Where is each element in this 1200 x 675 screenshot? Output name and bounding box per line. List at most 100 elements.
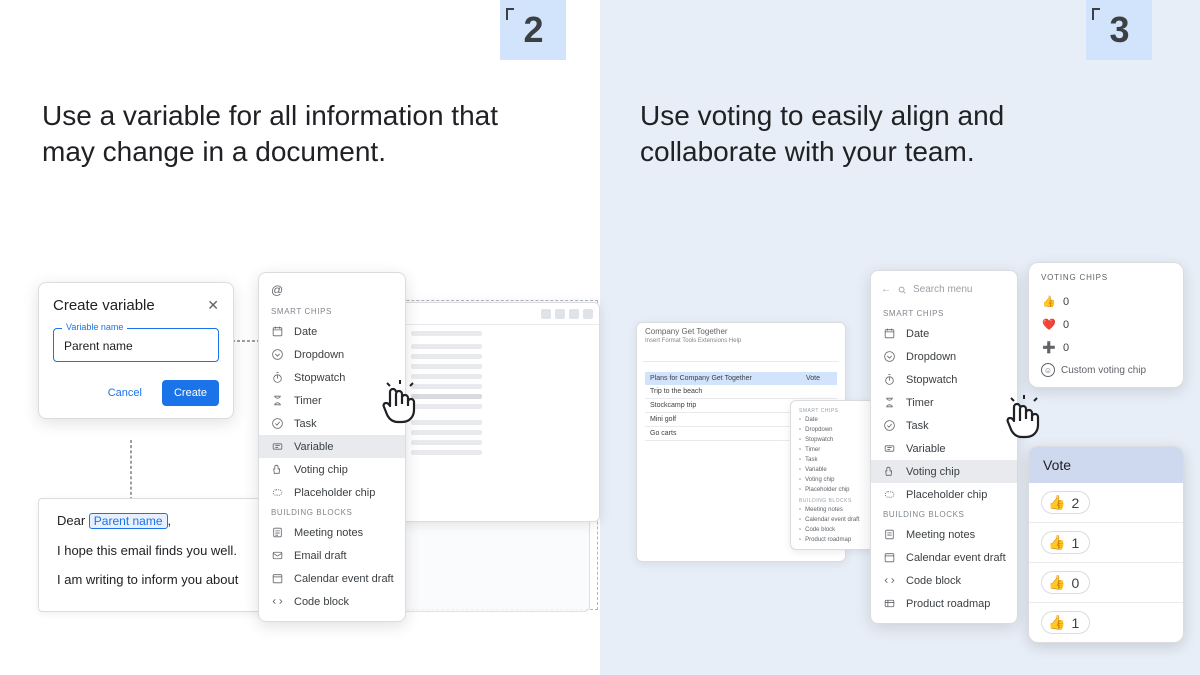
menu-label: Variable	[906, 443, 946, 455]
email-preview: Dear Parent name, I hope this email find…	[38, 498, 286, 612]
vote-chip[interactable]: 👍1	[1041, 531, 1090, 554]
close-icon[interactable]: ✕	[207, 297, 219, 314]
menu-label: Code block	[906, 575, 961, 587]
menu-label: Email draft	[294, 550, 347, 562]
menu-item-calendar-draft[interactable]: Calendar event draft	[871, 546, 1017, 569]
create-button[interactable]: Create	[162, 380, 219, 406]
menu-item-stopwatch[interactable]: Stopwatch	[871, 368, 1017, 391]
voting-chip-option[interactable]: ❤️0	[1041, 313, 1171, 336]
table-cell: Mini golf	[645, 413, 801, 426]
cancel-button[interactable]: Cancel	[96, 380, 154, 406]
timer-icon	[271, 394, 284, 407]
menu-item-variable[interactable]: Variable	[871, 437, 1017, 460]
variable-chip[interactable]: Parent name	[89, 513, 168, 529]
step-number: 2	[523, 9, 542, 51]
vote-result-row: 👍0	[1029, 563, 1183, 603]
table-cell: Stockcamp trip	[645, 399, 801, 412]
vote-chip[interactable]: 👍1	[1041, 611, 1090, 634]
menu-item-code-block[interactable]: Code block	[259, 590, 405, 613]
menu-label: Code block	[294, 596, 349, 608]
vote-result-panel: Vote 👍2 👍1 👍0 👍1	[1028, 446, 1184, 643]
variable-icon	[883, 442, 896, 455]
menu-item-stopwatch[interactable]: Stopwatch	[259, 366, 405, 389]
chip-count: 0	[1063, 319, 1069, 331]
voting-chip-option[interactable]: 👍0	[1041, 290, 1171, 313]
menu-item-dropdown[interactable]: Dropdown	[871, 345, 1017, 368]
dashed-connector	[232, 340, 260, 342]
menu-item-email-draft[interactable]: Email draft	[259, 544, 405, 567]
email-line-1: Dear Parent name,	[57, 513, 271, 529]
vote-result-row: 👍1	[1029, 603, 1183, 642]
dialog-title: Create variable	[53, 297, 155, 314]
menu-item-roadmap[interactable]: Product roadmap	[871, 592, 1017, 615]
table-cell: Trip to the beach	[645, 385, 801, 398]
roadmap-icon	[883, 597, 896, 610]
code-icon	[271, 595, 284, 608]
vote-count: 2	[1071, 495, 1079, 511]
menu-item-voting-chip[interactable]: Voting chip	[259, 458, 405, 481]
text: Dear	[57, 513, 89, 528]
menu-label: Variable	[294, 441, 334, 453]
thumbs-up-icon: 👍	[1041, 295, 1057, 308]
menu-item-date[interactable]: Date	[259, 320, 405, 343]
placeholder-icon	[883, 488, 896, 501]
flag-icon	[1092, 8, 1100, 20]
chip-count: 0	[1063, 296, 1069, 308]
menu-item-meeting-notes[interactable]: Meeting notes	[871, 523, 1017, 546]
menu-label: Voting chip	[906, 466, 960, 478]
menu-item-calendar-draft[interactable]: Calendar event draft	[259, 567, 405, 590]
dashed-connector	[130, 440, 132, 500]
thumbs-up-icon: 👍	[1048, 614, 1065, 631]
menu-item-voting-chip[interactable]: Voting chip	[871, 460, 1017, 483]
menu-item-placeholder[interactable]: Placeholder chip	[871, 483, 1017, 506]
voting-chips-title: VOTING CHIPS	[1041, 273, 1171, 282]
menu-item-timer[interactable]: Timer	[259, 389, 405, 412]
email-line-3: I am writing to inform you about	[57, 572, 271, 587]
menu-item-timer[interactable]: Timer	[871, 391, 1017, 414]
stopwatch-icon	[883, 373, 896, 386]
menu-item-task[interactable]: Task	[871, 414, 1017, 437]
vote-result-title: Vote	[1029, 447, 1183, 483]
custom-voting-chip[interactable]: ☺Custom voting chip	[1041, 363, 1171, 377]
notes-icon	[883, 528, 896, 541]
menu-item-task[interactable]: Task	[259, 412, 405, 435]
menu-item-placeholder[interactable]: Placeholder chip	[259, 481, 405, 504]
menu-item-dropdown[interactable]: Dropdown	[259, 343, 405, 366]
mini-item: ▫ Stopwatch	[791, 435, 875, 445]
voting-chip-option[interactable]: ➕0	[1041, 336, 1171, 359]
menu-label: Task	[906, 420, 929, 432]
at-trigger: @	[259, 283, 405, 303]
menu-label: Timer	[294, 395, 322, 407]
insert-menu-right[interactable]: ← Search menu SMART CHIPS Date Dropdown …	[870, 270, 1018, 624]
mini-item: ▫ Calendar event draft	[791, 515, 875, 525]
task-icon	[883, 419, 896, 432]
field-value: Parent name	[64, 339, 133, 353]
menu-label: Timer	[906, 397, 934, 409]
text: ,	[168, 513, 172, 528]
vote-chip[interactable]: 👍0	[1041, 571, 1090, 594]
insert-menu-left[interactable]: @ SMART CHIPS Date Dropdown Stopwatch Ti…	[258, 272, 406, 622]
menu-label: Task	[294, 418, 317, 430]
menu-label: Date	[906, 328, 929, 340]
email-line-2: I hope this email finds you well.	[57, 543, 271, 558]
variable-name-field[interactable]: Variable name Parent name	[53, 328, 219, 362]
menu-item-code-block[interactable]: Code block	[871, 569, 1017, 592]
calendar-draft-icon	[271, 572, 284, 585]
vote-result-row: 👍1	[1029, 523, 1183, 563]
calendar-icon	[271, 325, 284, 338]
placeholder-icon	[271, 486, 284, 499]
vote-chip[interactable]: 👍2	[1041, 491, 1090, 514]
field-legend: Variable name	[62, 322, 127, 332]
vote-count: 1	[1071, 535, 1079, 551]
menu-item-variable[interactable]: Variable	[259, 435, 405, 458]
step-number: 3	[1109, 9, 1128, 51]
menu-item-date[interactable]: Date	[871, 322, 1017, 345]
menu-item-meeting-notes[interactable]: Meeting notes	[259, 521, 405, 544]
calendar-draft-icon	[883, 551, 896, 564]
table-cell: Go carts	[645, 427, 801, 440]
menu-label: Placeholder chip	[294, 487, 375, 499]
menu-label: Calendar event draft	[906, 552, 1006, 564]
doc-title: Company Get Together	[637, 323, 845, 338]
menu-search[interactable]: ← Search menu	[871, 281, 1017, 305]
mini-item: ▫ Product roadmap	[791, 535, 875, 545]
